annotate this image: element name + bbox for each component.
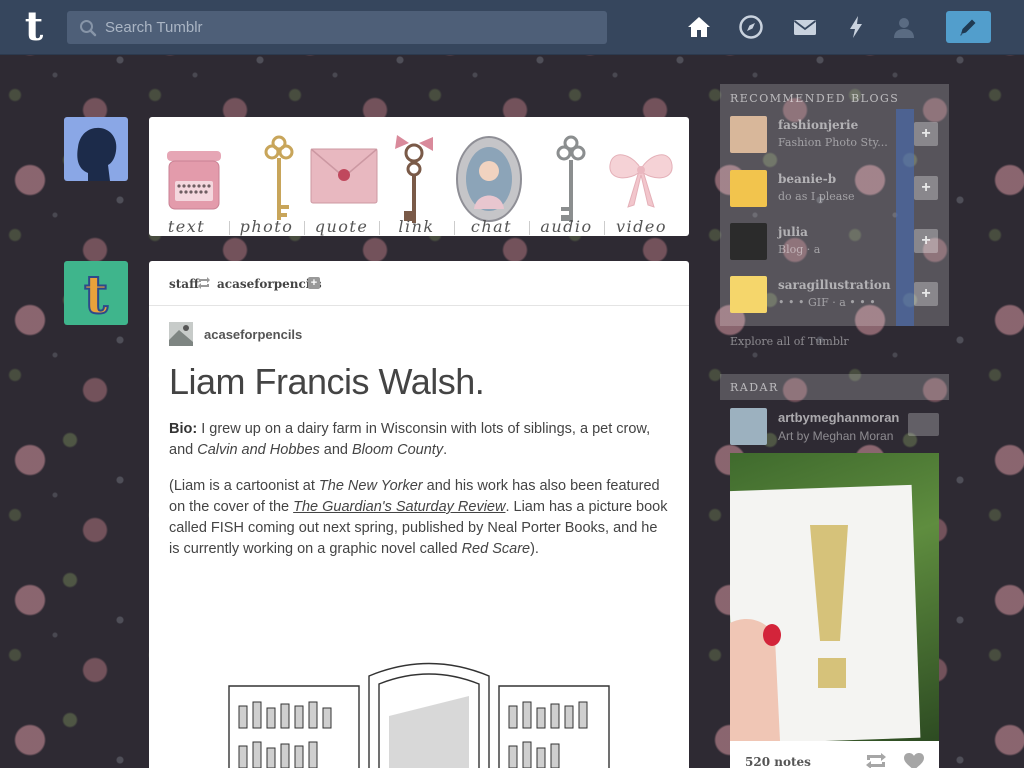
- post-type-label: video: [616, 217, 667, 236]
- desc-text: (Liam is a cartoonist at: [169, 478, 319, 494]
- post-type-label: text: [167, 217, 206, 236]
- silhouette-icon: [77, 127, 117, 181]
- description-paragraph: (Liam is a cartoonist at The New Yorker …: [169, 476, 669, 560]
- follow-plus-icon[interactable]: +: [308, 277, 320, 289]
- reblogger-name[interactable]: staff: [169, 277, 199, 291]
- user-avatar[interactable]: [64, 117, 128, 181]
- post-type-label: quote: [314, 217, 369, 236]
- post-type-audio[interactable]: audio: [529, 117, 604, 236]
- dashboard-post: staff acaseforpencils + acaseforpencils …: [149, 261, 689, 768]
- recommended-blogs-panel: Recommended Blogs fashionjerie Fashion P…: [720, 84, 949, 326]
- envelope-icon: [310, 148, 378, 204]
- desc-text: ).: [530, 541, 539, 557]
- radar-post-footer: 520 notes: [730, 741, 939, 768]
- top-nav-bar: t: [0, 0, 1024, 55]
- notes-count[interactable]: 520 notes: [745, 755, 811, 768]
- blog-avatar: [730, 170, 767, 207]
- post-type-label: audio: [540, 217, 593, 236]
- recommended-blog-item[interactable]: saragillustration • • • GIF · a • • • +: [730, 276, 940, 314]
- silver-key-icon: [556, 135, 586, 222]
- inbox-icon[interactable]: [792, 14, 818, 40]
- post-type-label: link: [398, 217, 435, 236]
- radar-header: Radar: [720, 374, 949, 400]
- bio-italic: Calvin and Hobbes: [197, 442, 320, 458]
- post-type-photo[interactable]: photo: [229, 117, 304, 236]
- account-icon[interactable]: [891, 14, 917, 40]
- post-type-chat[interactable]: chat: [454, 117, 529, 236]
- pencil-icon: [960, 19, 976, 36]
- radar-follow-button[interactable]: [908, 413, 939, 436]
- author-avatar-image: [169, 322, 193, 346]
- reblog-icon: [198, 277, 210, 289]
- radar-title: Radar: [730, 381, 779, 394]
- radar-post-image[interactable]: [730, 453, 939, 741]
- staff-avatar[interactable]: t: [64, 261, 128, 325]
- follow-button[interactable]: +: [914, 122, 938, 146]
- cartoon-illustration: [228, 662, 610, 768]
- blog-subtitle: do as I please: [778, 190, 855, 203]
- svg-text:t: t: [84, 265, 108, 325]
- post-type-label: chat: [470, 217, 513, 236]
- bio-label: Bio:: [169, 421, 198, 437]
- home-icon[interactable]: [686, 14, 712, 40]
- blog-name: julia: [778, 225, 808, 239]
- blog-name: fashionjerie: [778, 118, 859, 132]
- bio-paragraph: Bio: I grew up on a dairy farm in Wiscon…: [169, 419, 669, 461]
- bio-italic: Bloom County: [352, 442, 444, 458]
- ornate-key-icon: [395, 135, 433, 223]
- bow-icon: [609, 154, 673, 208]
- blog-subtitle: Fashion Photo Sty...: [778, 136, 888, 149]
- bio-text: and: [319, 442, 353, 458]
- source-blog-name[interactable]: acaseforpencils: [217, 277, 322, 291]
- author-name[interactable]: acaseforpencils: [204, 327, 302, 342]
- tumblr-logo[interactable]: t: [17, 7, 51, 47]
- author-avatar[interactable]: [169, 322, 193, 346]
- typewriter-icon: [167, 151, 221, 210]
- blog-subtitle: Blog · a: [778, 243, 821, 256]
- blog-avatar: [730, 223, 767, 260]
- blog-name: beanie-b: [778, 172, 837, 186]
- desc-italic: The New Yorker: [318, 478, 423, 494]
- blog-name: saragillustration: [778, 278, 891, 292]
- post-header: staff acaseforpencils +: [149, 261, 689, 306]
- post-type-label: photo: [239, 217, 294, 236]
- recommended-title: Recommended Blogs: [730, 92, 900, 105]
- post-body: Bio: I grew up on a dairy farm in Wiscon…: [169, 419, 669, 575]
- search-icon: [80, 20, 97, 37]
- search-box[interactable]: [67, 11, 607, 44]
- recommended-blog-item[interactable]: fashionjerie Fashion Photo Sty... +: [730, 116, 940, 154]
- reblog-icon[interactable]: [865, 753, 887, 768]
- portrait-frame-icon: [456, 136, 522, 222]
- radar-blog[interactable]: artbymeghanmoran Art by Meghan Moran: [730, 408, 939, 446]
- post-type-video[interactable]: video: [604, 117, 679, 236]
- follow-button[interactable]: +: [914, 229, 938, 253]
- guardian-link[interactable]: The Guardian's Saturday Review: [293, 499, 505, 515]
- blog-avatar: [730, 116, 767, 153]
- key-icon: [264, 135, 294, 220]
- blog-subtitle: • • • GIF · a • • •: [778, 296, 876, 309]
- search-input[interactable]: [105, 11, 595, 44]
- explore-link[interactable]: Explore all of Tumblr: [730, 335, 849, 348]
- recommended-blog-item[interactable]: julia Blog · a +: [730, 223, 940, 261]
- post-title: Liam Francis Walsh.: [169, 361, 485, 402]
- post-type-quote[interactable]: quote: [304, 117, 379, 236]
- desc-italic: Red Scare: [461, 541, 531, 557]
- activity-icon[interactable]: [843, 14, 869, 40]
- blog-avatar: [730, 276, 767, 313]
- post-type-selector: text photo quote link chat audio video: [149, 117, 689, 236]
- follow-button[interactable]: +: [914, 282, 938, 306]
- radar-blog-subtitle: Art by Meghan Moran: [778, 429, 894, 443]
- follow-button[interactable]: +: [914, 176, 938, 200]
- recommended-blog-item[interactable]: beanie-b do as I please +: [730, 170, 940, 208]
- post-type-link[interactable]: link: [379, 117, 454, 236]
- post-type-text[interactable]: text: [149, 117, 224, 236]
- compose-button[interactable]: [946, 11, 991, 43]
- radar-blog-name[interactable]: artbymeghanmoran: [778, 410, 899, 425]
- exclamation-card-image: [730, 484, 921, 741]
- heart-icon[interactable]: [904, 753, 924, 768]
- explore-icon[interactable]: [738, 14, 764, 40]
- staff-logo-icon: t: [83, 264, 109, 325]
- bio-text: .: [443, 442, 448, 458]
- radar-avatar[interactable]: [730, 408, 767, 445]
